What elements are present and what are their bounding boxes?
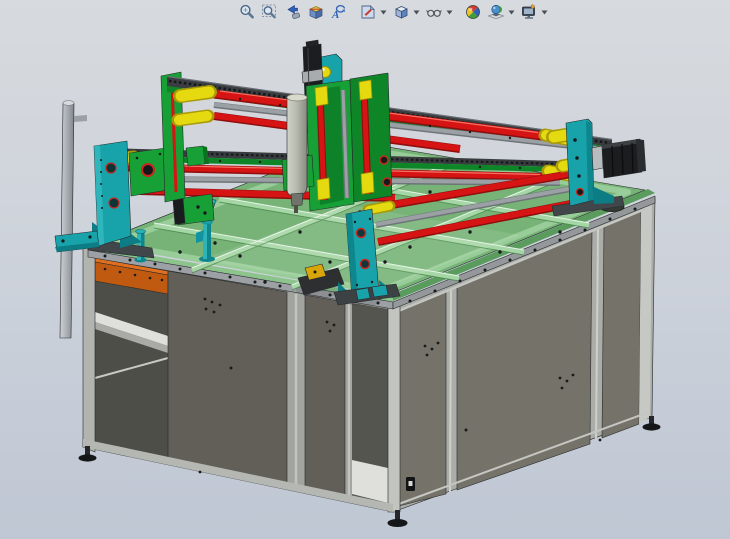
annotation-views-icon: A xyxy=(330,3,348,21)
zoom-to-area-icon xyxy=(261,3,279,21)
section-view-icon xyxy=(307,3,325,21)
heads-up-view-toolbar: A xyxy=(235,2,550,22)
zoom-to-fit-button[interactable] xyxy=(237,3,256,22)
appearance-ball-icon xyxy=(464,3,482,21)
display-style-dropdown-arrow[interactable] xyxy=(412,3,421,22)
view-settings-dropdown-arrow[interactable] xyxy=(540,3,549,22)
eyeglasses-icon xyxy=(425,3,443,21)
apply-scene-icon xyxy=(487,3,505,21)
previous-view-button[interactable] xyxy=(283,3,302,22)
view-settings-icon xyxy=(520,3,538,21)
viewport-canvas[interactable]: A xyxy=(0,0,730,539)
display-style-button[interactable] xyxy=(391,3,410,22)
view-orientation-icon xyxy=(359,3,377,21)
rail-carriage-block[interactable] xyxy=(186,146,205,166)
spindle-nozzle xyxy=(294,205,298,213)
motor-coupler xyxy=(592,146,603,170)
view-orientation-dropdown-arrow[interactable] xyxy=(379,3,388,22)
drive-motor[interactable] xyxy=(602,139,646,178)
hide-show-items-dropdown-arrow[interactable] xyxy=(445,3,454,22)
apply-scene-button[interactable] xyxy=(486,3,505,22)
chevron-down-icon xyxy=(541,10,548,15)
zoom-to-area-button[interactable] xyxy=(260,3,279,22)
chevron-down-icon xyxy=(446,10,453,15)
previous-view-icon xyxy=(284,3,302,21)
view-orientation-button[interactable] xyxy=(358,3,377,22)
view-settings-button[interactable] xyxy=(519,3,538,22)
annotation-views-button[interactable]: A xyxy=(329,3,348,22)
apply-scene-dropdown-arrow[interactable] xyxy=(507,3,516,22)
edit-appearance-button[interactable] xyxy=(463,3,482,22)
display-style-icon xyxy=(392,3,410,21)
section-view-button[interactable] xyxy=(306,3,325,22)
zoom-to-fit-icon xyxy=(238,3,256,21)
hide-show-items-button[interactable] xyxy=(424,3,443,22)
cnc-machine-model[interactable] xyxy=(0,0,730,539)
chevron-down-icon xyxy=(413,10,420,15)
chevron-down-icon xyxy=(508,10,515,15)
chevron-down-icon xyxy=(380,10,387,15)
z-axis-carriage[interactable] xyxy=(282,40,392,213)
